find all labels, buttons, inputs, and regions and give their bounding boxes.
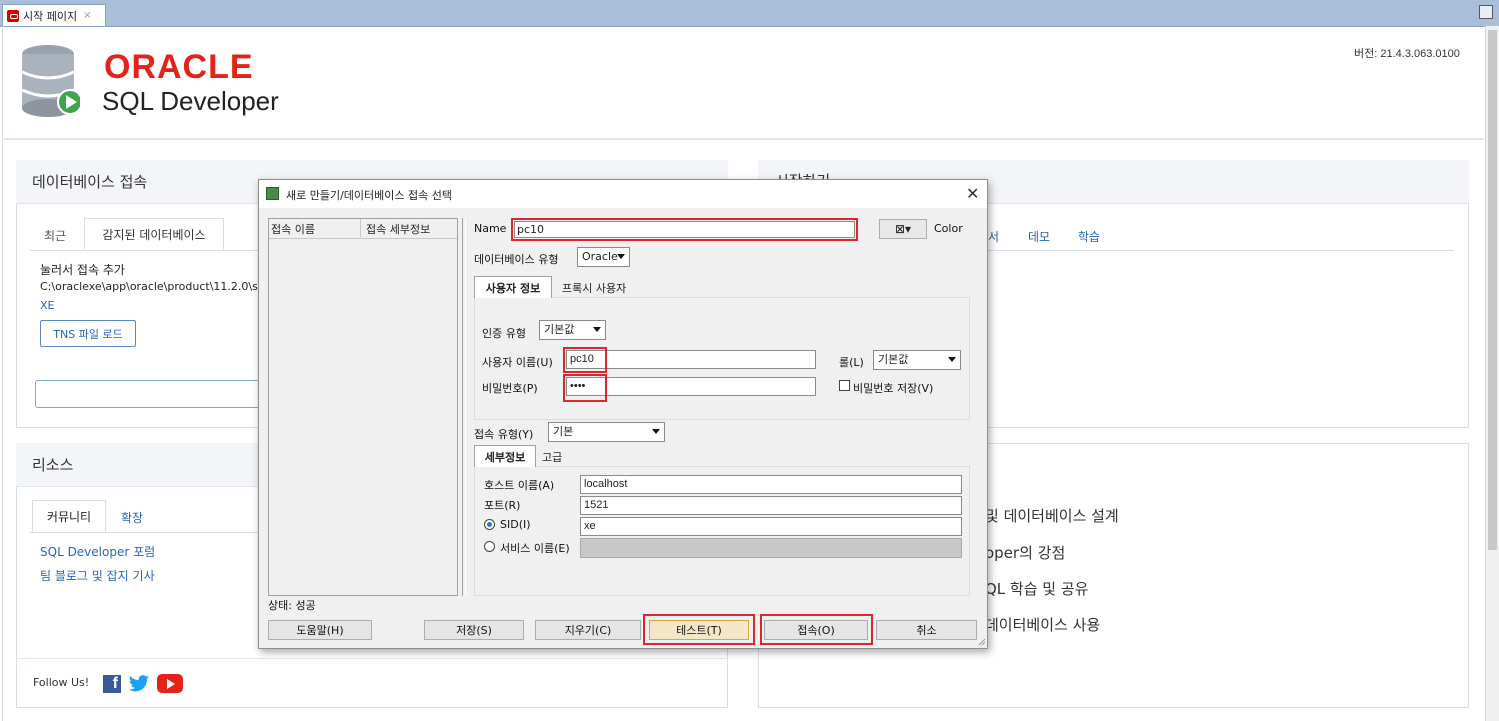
database-type-select[interactable]: Oracle: [577, 247, 630, 267]
learn-item[interactable]: oper의 강점: [985, 542, 1065, 563]
column-header-connection-name[interactable]: 접속 이름: [271, 221, 315, 237]
hostname-label: 호스트 이름(A): [484, 479, 555, 492]
chevron-down-icon: [948, 357, 956, 362]
tab-extensions[interactable]: 확장: [121, 509, 143, 526]
split-handle[interactable]: [462, 218, 466, 596]
column-separator[interactable]: [360, 219, 361, 237]
learn-item[interactable]: 데이터베이스 사용: [985, 614, 1100, 635]
scrollbar-thumb[interactable]: [1488, 30, 1497, 550]
database-logo-icon: [22, 45, 80, 117]
tab-community[interactable]: 커뮤니티: [32, 500, 106, 532]
learn-item[interactable]: 및 데이터베이스 설계: [985, 505, 1119, 526]
password-label: 비밀번호(P): [482, 382, 538, 395]
port-label: 포트(R): [484, 499, 521, 512]
role-value: 기본값: [878, 353, 909, 366]
version-label: 버전: 21.4.3.063.0100: [1354, 48, 1460, 60]
db-path: C:\oraclexe\app\oracle\product\11.2.0\se: [40, 280, 258, 293]
color-picker-icon: ⊠▾: [894, 222, 912, 236]
status-label: 상태: 성공: [268, 599, 316, 612]
product-name: SQL Developer: [102, 86, 279, 116]
facebook-icon[interactable]: f: [103, 675, 121, 693]
tab-divider: [980, 250, 1454, 251]
tab-demo[interactable]: 데모: [1028, 228, 1050, 245]
connection-list[interactable]: [268, 218, 458, 596]
sid-radio[interactable]: [484, 519, 495, 530]
tab-start-page[interactable]: 시작 페이지 ×: [2, 4, 106, 26]
password-highlight: [563, 374, 607, 402]
follow-us-label: Follow Us!: [33, 676, 90, 689]
auth-type-label: 인증 유형: [482, 327, 526, 340]
name-input[interactable]: pc10: [514, 221, 855, 238]
port-input[interactable]: 1521: [580, 496, 962, 515]
add-connection-label[interactable]: 눌러서 접속 추가: [40, 261, 125, 278]
connection-type-value: 기본: [553, 425, 574, 438]
youtube-icon[interactable]: [157, 674, 183, 693]
load-tns-button[interactable]: TNS 파일 로드: [40, 320, 136, 347]
name-label: Name: [474, 222, 507, 235]
tab-detected-databases[interactable]: 감지된 데이터베이스: [84, 218, 224, 250]
tab-learn[interactable]: 학습: [1078, 228, 1100, 245]
connection-type-select[interactable]: 기본: [548, 422, 665, 442]
follow-bar: [16, 658, 728, 709]
chevron-down-icon: [593, 327, 601, 332]
connect-highlight: [760, 614, 873, 645]
service-name-input: [580, 538, 962, 558]
service-name-label[interactable]: 서비스 이름(E): [500, 540, 570, 556]
column-header-connection-details[interactable]: 접속 세부정보: [366, 221, 430, 237]
learn-item[interactable]: QL 학습 및 공유: [985, 578, 1088, 599]
dialog-close-icon[interactable]: ✕: [966, 184, 979, 203]
tab-recent[interactable]: 최근: [44, 227, 66, 244]
db-xe-link[interactable]: XE: [40, 299, 55, 312]
username-label: 사용자 이름(U): [482, 356, 553, 369]
blog-link[interactable]: 팀 블로그 및 잡지 기사: [40, 567, 155, 584]
tab-advanced[interactable]: 고급: [542, 449, 562, 465]
sid-input[interactable]: xe: [580, 517, 962, 536]
resize-grip-icon[interactable]: [976, 636, 986, 646]
twitter-icon[interactable]: [128, 674, 150, 694]
hostname-input[interactable]: localhost: [580, 475, 962, 494]
forum-link[interactable]: SQL Developer 포럼: [40, 543, 155, 560]
role-select[interactable]: 기본값: [873, 350, 961, 370]
save-button[interactable]: 저장(S): [424, 620, 524, 640]
cancel-button[interactable]: 취소: [876, 620, 977, 640]
role-label: 롤(L): [839, 356, 864, 369]
save-password-checkbox[interactable]: [839, 380, 850, 391]
oracle-icon: [7, 9, 19, 22]
service-name-radio[interactable]: [484, 541, 495, 552]
editor-tab-strip: [0, 0, 1499, 27]
tab-overview[interactable]: 서: [988, 228, 999, 245]
chevron-down-icon: [652, 429, 660, 434]
color-label: Color: [934, 222, 963, 235]
color-button[interactable]: ⊠▾: [879, 219, 927, 239]
tab-start-page-label: 시작 페이지: [23, 9, 78, 23]
clear-button[interactable]: 지우기(C): [535, 620, 641, 640]
tab-user-info[interactable]: 사용자 정보: [474, 276, 552, 298]
sid-label[interactable]: SID(I): [500, 518, 531, 531]
save-password-label[interactable]: 비밀번호 저장(V): [853, 380, 933, 396]
auth-type-value: 기본값: [544, 323, 575, 336]
tab-proxy-user[interactable]: 프록시 사용자: [562, 280, 626, 296]
username-highlight: [563, 347, 607, 373]
connection-filter-input[interactable]: [35, 380, 265, 408]
tab-close-icon[interactable]: ×: [83, 10, 91, 21]
database-type-value: Oracle: [582, 250, 618, 263]
auth-type-select[interactable]: 기본값: [539, 320, 606, 340]
maximize-icon[interactable]: [1479, 5, 1493, 19]
chevron-down-icon: [617, 254, 625, 259]
help-button[interactable]: 도움말(H): [268, 620, 372, 640]
test-highlight: [643, 614, 755, 645]
oracle-brand: ORACLE: [104, 48, 254, 86]
list-header-divider: [269, 238, 457, 239]
database-type-label: 데이터베이스 유형: [474, 253, 559, 266]
connection-type-label: 접속 유형(Y): [474, 428, 534, 441]
tab-details[interactable]: 세부정보: [474, 445, 536, 467]
dialog-title: 새로 만들기/데이터베이스 접속 선택: [286, 189, 452, 202]
new-connection-icon: [266, 187, 279, 200]
